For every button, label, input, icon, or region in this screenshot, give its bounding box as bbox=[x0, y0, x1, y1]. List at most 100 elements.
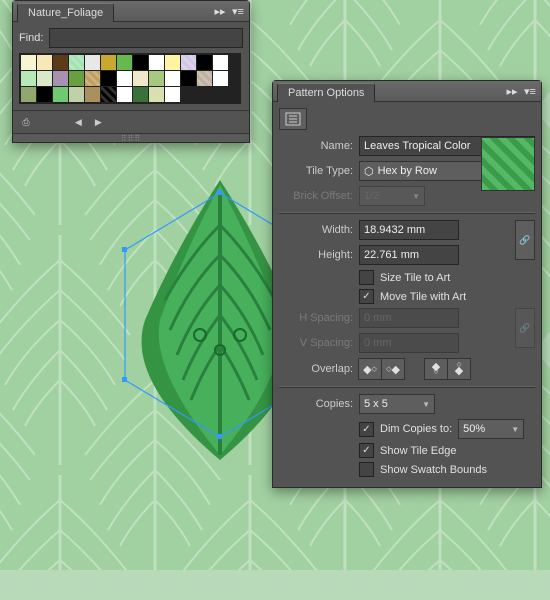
swatch-item[interactable] bbox=[165, 71, 180, 86]
swatches-tab[interactable]: Nature_Foliage bbox=[17, 3, 114, 22]
brick-offset-value: 1/2 bbox=[364, 190, 379, 202]
swatch-item[interactable] bbox=[21, 55, 36, 70]
flyout-menu-icon[interactable]: ▾≡ bbox=[231, 4, 245, 18]
swatch-item[interactable] bbox=[165, 55, 180, 70]
swatch-item[interactable] bbox=[117, 71, 132, 86]
swatch-item[interactable] bbox=[149, 87, 164, 102]
swatch-item[interactable] bbox=[53, 71, 68, 86]
swatch-item[interactable] bbox=[213, 71, 228, 86]
swatch-item[interactable] bbox=[37, 71, 52, 86]
overlap-right-button[interactable]: ◇◆ bbox=[381, 358, 405, 380]
show-swatch-bounds-row[interactable]: Show Swatch Bounds bbox=[279, 462, 535, 477]
swatch-item[interactable] bbox=[133, 71, 148, 86]
pattern-options-tab[interactable]: Pattern Options bbox=[277, 83, 375, 102]
swatch-item[interactable] bbox=[149, 71, 164, 86]
dim-copies-value: 50% bbox=[463, 423, 485, 435]
move-tile-checkbox[interactable]: ✓ bbox=[359, 289, 374, 304]
vspacing-input: 0 mm bbox=[359, 333, 459, 353]
chevron-down-icon: ▼ bbox=[422, 400, 430, 409]
overlap-bottom-button[interactable]: ◇◆ bbox=[447, 358, 471, 380]
swatch-item[interactable] bbox=[101, 71, 116, 86]
size-tile-label: Size Tile to Art bbox=[380, 272, 450, 284]
swatches-footer: ⎙ ◀ ▶ bbox=[13, 110, 249, 133]
overlap-v-group: ◆◇ ◇◆ bbox=[425, 358, 471, 380]
swatch-item[interactable] bbox=[197, 55, 212, 70]
height-input[interactable]: 22.761 mm bbox=[359, 245, 459, 265]
swatch-item[interactable] bbox=[181, 55, 196, 70]
swatch-item[interactable] bbox=[181, 71, 196, 86]
swatches-panel: Nature_Foliage ▸▸ ▾≡ Find: ⎙ ◀ ▶ ⠿⠿⠿ bbox=[12, 0, 250, 143]
swatch-item[interactable] bbox=[37, 87, 52, 102]
move-tile-label: Move Tile with Art bbox=[380, 291, 466, 303]
link-spacing-button: 🔗 bbox=[515, 308, 535, 348]
swatch-item[interactable] bbox=[117, 87, 132, 102]
swatch-libraries-icon[interactable]: ⎙ bbox=[19, 115, 33, 129]
swatch-item[interactable] bbox=[85, 87, 100, 102]
dim-copies-label: Dim Copies to: bbox=[380, 423, 452, 435]
next-library-icon[interactable]: ▶ bbox=[91, 115, 105, 129]
tile-type-label: Tile Type: bbox=[279, 165, 353, 177]
swatch-item[interactable] bbox=[197, 71, 212, 86]
hexagon-icon: ⬡ bbox=[364, 165, 374, 178]
width-label: Width: bbox=[279, 224, 353, 236]
swatch-item[interactable] bbox=[101, 55, 116, 70]
vspacing-label: V Spacing: bbox=[279, 337, 353, 349]
swatch-item[interactable] bbox=[69, 87, 84, 102]
pattern-options-panel: Pattern Options ▸▸ ▾≡ Name: Leaves Tropi… bbox=[272, 80, 542, 488]
dim-copies-checkbox[interactable]: ✓ bbox=[359, 422, 374, 437]
show-swatch-bounds-checkbox[interactable] bbox=[359, 462, 374, 477]
swatch-item[interactable] bbox=[21, 87, 36, 102]
swatch-item[interactable] bbox=[21, 71, 36, 86]
swatch-item[interactable] bbox=[85, 71, 100, 86]
find-label: Find: bbox=[19, 32, 43, 44]
hspacing-label: H Spacing: bbox=[279, 312, 353, 324]
copies-select[interactable]: 5 x 5 ▼ bbox=[359, 394, 435, 414]
width-input[interactable]: 18.9432 mm bbox=[359, 220, 459, 240]
find-input[interactable] bbox=[49, 28, 243, 48]
height-label: Height: bbox=[279, 249, 353, 261]
swatch-item[interactable] bbox=[101, 87, 116, 102]
link-dimensions-button[interactable]: 🔗 bbox=[515, 220, 535, 260]
size-tile-checkbox-row[interactable]: Size Tile to Art bbox=[279, 270, 535, 285]
swatch-item[interactable] bbox=[117, 55, 132, 70]
brick-offset-label: Brick Offset: bbox=[279, 190, 353, 202]
swatch-item[interactable] bbox=[133, 87, 148, 102]
chevron-down-icon: ▼ bbox=[412, 192, 420, 201]
swatch-item[interactable] bbox=[165, 87, 180, 102]
swatch-item[interactable] bbox=[53, 87, 68, 102]
move-tile-checkbox-row[interactable]: ✓ Move Tile with Art bbox=[279, 289, 535, 304]
overlap-top-button[interactable]: ◆◇ bbox=[424, 358, 448, 380]
overlap-left-button[interactable]: ◆◇ bbox=[358, 358, 382, 380]
resize-grip-icon[interactable]: ⠿⠿⠿ bbox=[121, 134, 142, 142]
flyout-menu-icon[interactable]: ▾≡ bbox=[523, 84, 537, 98]
swatch-item[interactable] bbox=[85, 55, 100, 70]
collapse-icon[interactable]: ▸▸ bbox=[213, 4, 227, 18]
swatches-header[interactable]: Nature_Foliage ▸▸ ▾≡ bbox=[13, 1, 249, 22]
dim-copies-select[interactable]: 50% ▼ bbox=[458, 419, 524, 439]
collapse-icon[interactable]: ▸▸ bbox=[505, 84, 519, 98]
pattern-options-header[interactable]: Pattern Options ▸▸ ▾≡ bbox=[273, 81, 541, 102]
prev-library-icon[interactable]: ◀ bbox=[71, 115, 85, 129]
dim-copies-row[interactable]: ✓ Dim Copies to: 50% ▼ bbox=[279, 419, 535, 439]
pattern-tile-tool-button[interactable] bbox=[279, 108, 307, 130]
swatch-grid bbox=[19, 53, 241, 104]
copies-value: 5 x 5 bbox=[364, 398, 388, 410]
swatch-item[interactable] bbox=[37, 55, 52, 70]
swatch-item[interactable] bbox=[69, 71, 84, 86]
swatch-item[interactable] bbox=[213, 55, 228, 70]
hspacing-input: 0 mm bbox=[359, 308, 459, 328]
swatch-item[interactable] bbox=[133, 55, 148, 70]
show-tile-edge-checkbox[interactable]: ✓ bbox=[359, 443, 374, 458]
swatch-item[interactable] bbox=[53, 55, 68, 70]
overlap-h-group: ◆◇ ◇◆ bbox=[359, 358, 405, 380]
swatch-item[interactable] bbox=[149, 55, 164, 70]
overlap-label: Overlap: bbox=[279, 363, 353, 375]
tile-type-value: Hex by Row bbox=[378, 165, 437, 177]
show-swatch-bounds-label: Show Swatch Bounds bbox=[380, 464, 487, 476]
pattern-preview-swatch bbox=[481, 137, 535, 191]
show-tile-edge-row[interactable]: ✓ Show Tile Edge bbox=[279, 443, 535, 458]
chevron-down-icon: ▼ bbox=[511, 425, 519, 434]
swatch-item[interactable] bbox=[69, 55, 84, 70]
size-tile-checkbox[interactable] bbox=[359, 270, 374, 285]
copies-label: Copies: bbox=[279, 398, 353, 410]
